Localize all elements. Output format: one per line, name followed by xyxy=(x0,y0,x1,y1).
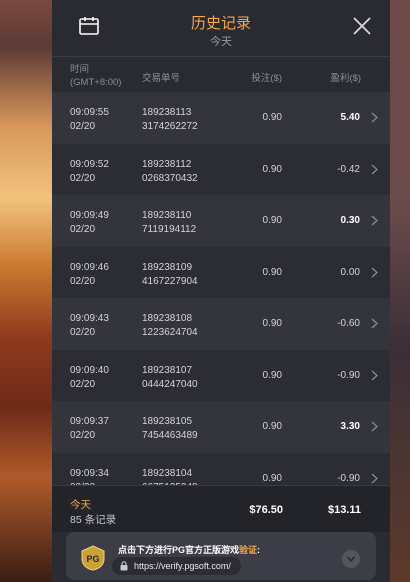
chevron-right-icon xyxy=(371,164,378,174)
profit-column-header: 盈利($) xyxy=(330,73,361,84)
date-filter-label: 今天 xyxy=(210,36,232,48)
chevron-right-icon xyxy=(371,215,378,226)
summary-footer: 今天 85 条记录 $76.50 $13.11 xyxy=(52,485,390,532)
row-transaction-id: 1892381046675125248 xyxy=(142,467,198,486)
row-time: 09:09:46 xyxy=(70,261,109,273)
expand-button[interactable] xyxy=(342,550,360,568)
row-transaction-id: 189238108 1223624704 xyxy=(142,313,198,338)
row-date: 02/20 xyxy=(70,327,96,338)
row-date: 02/20 xyxy=(70,224,96,235)
row-date: 02/20 xyxy=(70,172,96,184)
row-datetime: 09:09:37 02/20 xyxy=(70,415,109,443)
history-row[interactable]: 09:09:52 02/20 189238112 0268370432 0.90 -0.4… xyxy=(52,143,390,195)
history-row[interactable]: 09:09:40 02/20 189238107 0444247040 0.90 -0.9… xyxy=(52,349,390,401)
history-row[interactable]: 09:09:49 02/20 189238110 7119194112 0.90 0.30 xyxy=(52,195,390,247)
row-time: 09:09:52 xyxy=(70,158,109,170)
row-time: 09:09:43 xyxy=(70,313,109,324)
row-profit: 0.00 xyxy=(340,266,360,278)
row-bet: 0.90 xyxy=(262,215,282,226)
pg-logo-text: PG xyxy=(86,554,99,564)
row-profit: 0.30 xyxy=(340,215,360,226)
row-bet: 0.90 xyxy=(262,163,282,175)
row-transaction-id: 189238112 0268370432 xyxy=(142,158,198,184)
chevron-right-icon xyxy=(371,473,378,483)
lock-icon xyxy=(120,561,128,571)
verification-message: 点击下方进行PG官方正版游戏验证: xyxy=(118,545,261,555)
row-time: 09:09:34 xyxy=(70,467,109,479)
record-count: 85 条记录 xyxy=(70,514,117,526)
row-profit: -0.90 xyxy=(337,472,360,484)
history-row[interactable]: 09:09:3402/20 1892381046675125248 0.90 -0.9… xyxy=(52,452,390,486)
bet-column-header: 投注($) xyxy=(251,73,282,84)
total-bet: $76.50 xyxy=(249,504,283,516)
row-profit: 5.40 xyxy=(340,112,360,123)
row-bet: 0.90 xyxy=(262,266,282,278)
verification-banner: PG 点击下方进行PG官方正版游戏验证: https://verify.pgso… xyxy=(66,532,376,580)
row-datetime: 09:09:52 02/20 xyxy=(70,158,109,186)
time-column-header: 时间 (GMT+8:00) xyxy=(70,64,122,88)
row-date: 02/20 xyxy=(70,378,96,390)
row-datetime: 09:09:55 02/20 xyxy=(70,106,109,134)
chevron-right-icon xyxy=(371,318,378,329)
row-transaction-id: 189238109 4167227904 xyxy=(142,261,198,287)
row-bet: 0.90 xyxy=(262,318,282,329)
page-title: 历史记录 xyxy=(190,15,251,32)
row-profit: -0.60 xyxy=(337,318,360,329)
row-datetime: 09:09:46 02/20 xyxy=(70,261,109,289)
row-time: 09:09:49 xyxy=(70,210,109,221)
history-row[interactable]: 09:09:43 02/20 189238108 1223624704 0.90 -0.6… xyxy=(52,298,390,350)
transaction-column-header: 交易单号 xyxy=(142,73,181,84)
history-row[interactable]: 09:09:37 02/20 189238105 7454463489 0.90 3.30 xyxy=(52,401,390,453)
row-date: 02/20 xyxy=(70,430,96,441)
row-transaction-id: 189238107 0444247040 xyxy=(142,364,198,390)
row-datetime: 09:09:40 02/20 xyxy=(70,364,109,392)
chevron-right-icon xyxy=(371,267,378,277)
chevron-right-icon xyxy=(371,421,378,432)
chevron-right-icon xyxy=(371,112,378,123)
row-datetime: 09:09:43 02/20 xyxy=(70,312,109,340)
row-date: 02/20 xyxy=(70,275,96,287)
game-background-left xyxy=(0,0,52,582)
chevron-right-icon xyxy=(371,370,378,380)
row-transaction-id: 189238113 3174262272 xyxy=(142,107,198,132)
row-profit: -0.90 xyxy=(337,369,360,381)
row-profit: -0.42 xyxy=(337,163,360,175)
chevron-down-icon xyxy=(347,556,355,562)
history-panel: 历史记录 今天 时间 (GMT+8:00) 交易单号 投注($) 盈利($) 0… xyxy=(52,0,390,582)
row-bet: 0.90 xyxy=(262,369,282,381)
total-profit: $13.11 xyxy=(327,504,361,516)
row-transaction-id: 189238105 7454463489 xyxy=(142,416,198,441)
row-time: 09:09:40 xyxy=(70,364,109,376)
close-icon[interactable] xyxy=(351,15,373,37)
row-bet: 0.90 xyxy=(262,421,282,432)
row-time: 09:09:37 xyxy=(70,416,109,427)
pg-logo-icon: PG xyxy=(81,545,105,571)
column-header: 时间 (GMT+8:00) 交易单号 投注($) 盈利($) xyxy=(52,57,390,92)
game-background-right xyxy=(390,0,410,582)
history-row[interactable]: 09:09:55 02/20 189238113 3174262272 0.90 5.40 xyxy=(52,92,390,144)
row-time: 09:09:55 xyxy=(70,107,109,118)
history-row[interactable]: 09:09:46 02/20 189238109 4167227904 0.90 0.00 xyxy=(52,246,390,298)
summary-period-label: 今天 xyxy=(70,499,91,511)
history-list[interactable]: 09:09:55 02/20 189238113 3174262272 0.90 5.40… xyxy=(52,92,390,485)
verify-url-link[interactable]: https://verify.pgsoft.com/ xyxy=(112,557,241,575)
row-profit: 3.30 xyxy=(340,421,360,432)
row-datetime: 09:09:49 02/20 xyxy=(70,209,109,237)
row-bet: 0.90 xyxy=(262,472,282,484)
row-date: 02/20 xyxy=(70,121,96,132)
history-header: 历史记录 今天 xyxy=(52,0,390,57)
verify-url-text: https://verify.pgsoft.com/ xyxy=(134,561,231,571)
row-transaction-id: 189238110 7119194112 xyxy=(142,210,197,235)
row-datetime: 09:09:3402/20 xyxy=(70,467,109,486)
row-bet: 0.90 xyxy=(262,112,282,123)
